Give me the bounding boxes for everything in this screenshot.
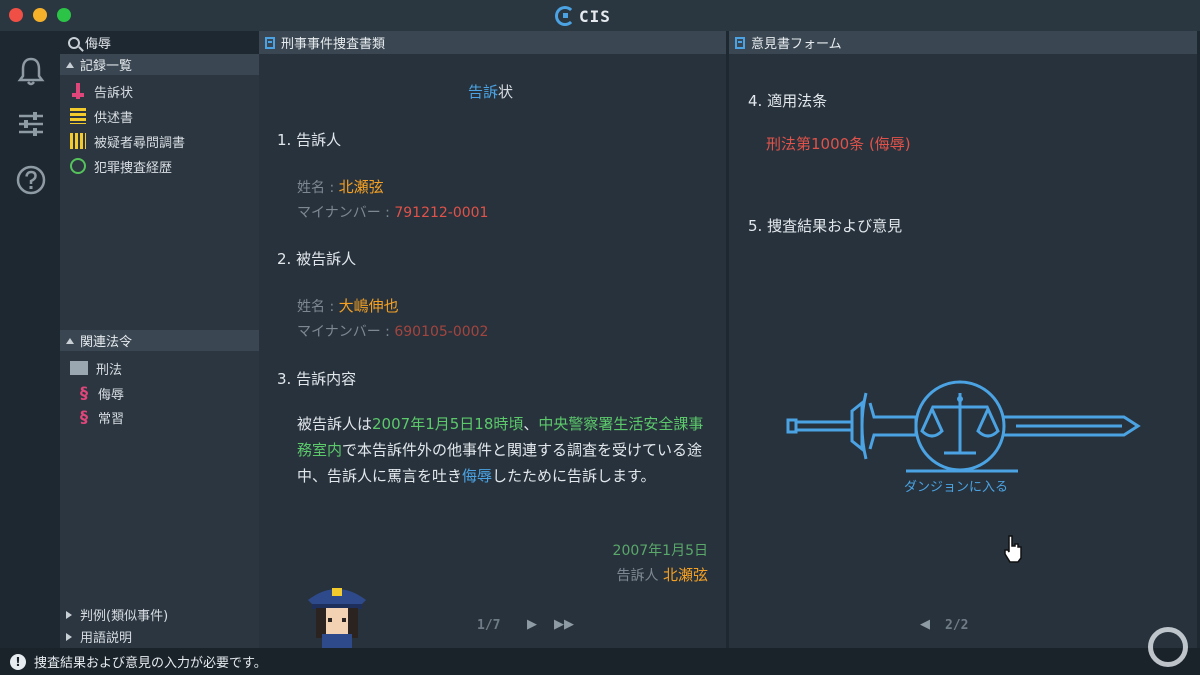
collapse-triangle-icon: [66, 61, 74, 68]
law-label: 常習: [98, 411, 125, 427]
record-label: 犯罪捜査経歴: [94, 160, 173, 176]
collapse-triangle-icon: [66, 337, 74, 344]
mynumber-label: マイナンバー :: [297, 205, 395, 221]
record-label: 被疑者尋問調書: [94, 135, 186, 151]
status-bar: ! 捜査結果および意見の入力が必要です。: [0, 648, 1200, 675]
left-nav: 記録一覧 告訴状 供述書 被疑者尋問調書 犯罪捜査経歴 関連法令 刑法 § 侮辱…: [60, 31, 259, 648]
record-item-statement[interactable]: 供述書: [70, 105, 133, 127]
name-label: 姓名 :: [297, 299, 339, 315]
complainant-number[interactable]: 791212-0001: [394, 205, 488, 221]
expand-triangle-icon: [66, 632, 72, 641]
section-accused: 2. 被告訴人: [277, 250, 357, 268]
accused-name-row: 姓名 : 大嶋伸也: [297, 295, 399, 316]
police-officer-avatar: [308, 588, 366, 648]
enter-dungeon-button[interactable]: ダンジョンに入る: [904, 476, 1008, 495]
insult-keyword[interactable]: 侮辱: [462, 467, 492, 485]
glossary-section[interactable]: 用語説明: [66, 626, 132, 647]
cis-logo-icon: [555, 6, 575, 26]
opinion-form-header: 意見書フォーム: [729, 31, 1197, 54]
hand-cursor-icon: [1004, 535, 1022, 563]
law-item-insult[interactable]: § 侮辱: [80, 382, 124, 404]
folder-icon: [70, 361, 88, 375]
law-folder-criminal[interactable]: 刑法: [70, 357, 122, 379]
minimize-window-button[interactable]: [33, 8, 47, 22]
mynumber-label: マイナンバー :: [297, 324, 395, 340]
case-document-header: 刑事事件捜査書類: [259, 31, 726, 54]
section-sign-icon: §: [80, 407, 88, 426]
search-bar: [60, 31, 259, 54]
close-window-button[interactable]: [9, 8, 23, 22]
complainant-name-row: 姓名 : 北瀬弦: [297, 176, 384, 197]
laws-header-label: 関連法令: [80, 335, 133, 350]
record-item-complaint[interactable]: 告訴状: [70, 80, 133, 102]
document-title-keyword[interactable]: 告訴: [468, 83, 498, 101]
applied-law-value[interactable]: 刑法第1000条 (侮辱): [766, 133, 911, 154]
accused-number[interactable]: 690105-0002: [394, 324, 488, 340]
opinion-form-panel: 意見書フォーム: [729, 31, 1197, 648]
records-section-header[interactable]: 記録一覧: [60, 54, 259, 75]
search-icon: [68, 36, 80, 49]
law-folder-label: 刑法: [96, 362, 123, 378]
document-icon: [265, 36, 275, 49]
complaint-date[interactable]: 2007年1月5日: [613, 540, 708, 560]
app-logo: CIS: [555, 5, 611, 27]
complainant-number-row: マイナンバー : 791212-0001: [297, 202, 488, 222]
document-title-suffix: 状: [498, 83, 514, 101]
dungeon-sword-emblem[interactable]: [786, 373, 1142, 493]
record-item-interrogation[interactable]: 被疑者尋問調書: [70, 130, 185, 152]
content-text: 、: [523, 415, 539, 433]
sliders-icon[interactable]: [15, 108, 47, 140]
records-header-label: 記録一覧: [80, 59, 133, 74]
help-icon[interactable]: [15, 164, 47, 196]
section-complainant: 1. 告訴人: [277, 131, 342, 149]
section-sign-icon: §: [80, 383, 88, 402]
law-item-habitual[interactable]: § 常習: [80, 406, 124, 428]
status-message: 捜査結果および意見の入力が必要です。: [34, 656, 267, 671]
glossary-label: 用語説明: [80, 631, 133, 646]
section-investigation-opinion: 5. 捜査結果および意見: [748, 217, 903, 235]
next-page-button[interactable]: ▶: [527, 617, 537, 632]
expand-triangle-icon: [66, 610, 72, 619]
app-title: CIS: [579, 6, 611, 26]
bell-icon[interactable]: [15, 55, 47, 87]
laws-section-header[interactable]: 関連法令: [60, 330, 259, 351]
prev-page-button[interactable]: ◀: [920, 617, 930, 632]
precedents-label: 判例(類似事件): [80, 609, 169, 624]
last-page-button[interactable]: ▶▶: [554, 617, 574, 632]
document-title: 告訴状: [468, 81, 513, 102]
middle-page-indicator: 1/7: [477, 618, 501, 633]
statement-icon: [70, 108, 86, 124]
content-text: したために告訴します。: [492, 467, 656, 485]
signer-name[interactable]: 北瀬弦: [663, 566, 708, 584]
history-icon: [70, 158, 86, 174]
name-label: 姓名 :: [297, 180, 339, 196]
case-document-title: 刑事事件捜査書類: [281, 37, 386, 52]
section-applied-law: 4. 適用法条: [748, 92, 828, 110]
law-label: 侮辱: [98, 387, 125, 403]
left-rail: [0, 31, 60, 648]
section-complaint-content: 3. 告訴内容: [277, 370, 357, 388]
accused-number-row: マイナンバー : 690105-0002: [297, 321, 488, 341]
search-input[interactable]: [85, 35, 245, 50]
complainant-name[interactable]: 北瀬弦: [339, 178, 384, 196]
signer-label: 告訴人: [616, 568, 659, 584]
content-text: 被告訴人は: [297, 415, 373, 433]
warning-icon: !: [10, 653, 26, 670]
right-page-indicator: 2/2: [945, 618, 969, 633]
watermark-logo: [1148, 627, 1188, 667]
complaint-content: 被告訴人は2007年1月5日18時頃、中央警察署生活安全課事務室内で本告訴件外の…: [297, 411, 709, 489]
record-item-history[interactable]: 犯罪捜査経歴: [70, 155, 172, 177]
record-label: 供述書: [94, 110, 134, 126]
opinion-form-title: 意見書フォーム: [751, 37, 842, 52]
record-label: 告訴状: [94, 85, 134, 101]
signer-row: 告訴人 北瀬弦: [617, 564, 708, 585]
document-icon: [735, 36, 745, 49]
accused-name[interactable]: 大嶋伸也: [339, 297, 399, 315]
maximize-window-button[interactable]: [57, 8, 71, 22]
incident-datetime[interactable]: 2007年1月5日18時頃: [372, 415, 523, 433]
precedents-section[interactable]: 判例(類似事件): [66, 604, 168, 625]
complaint-icon: [70, 83, 86, 99]
title-bar: CIS: [0, 0, 1200, 31]
interrogation-icon: [70, 133, 86, 149]
